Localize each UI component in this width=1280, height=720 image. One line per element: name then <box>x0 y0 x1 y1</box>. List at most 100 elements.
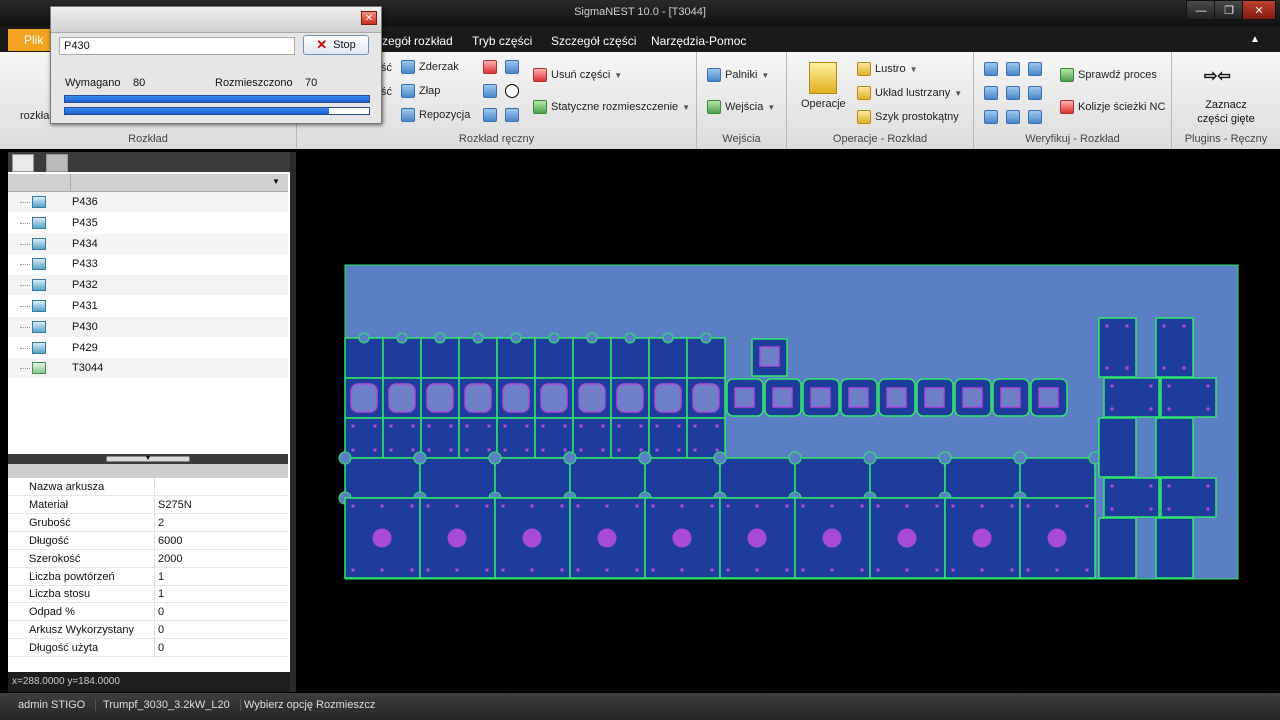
tree-item[interactable]: P432 <box>8 275 288 296</box>
tree-item[interactable]: P430 <box>8 316 288 337</box>
rotate-button[interactable]: ść <box>381 86 392 98</box>
dialog-close-button[interactable]: ✕ <box>361 11 377 25</box>
verify-icon[interactable] <box>1028 62 1042 76</box>
tool-icon[interactable] <box>483 84 497 98</box>
minimize-button[interactable]: — <box>1186 0 1216 20</box>
move-button[interactable]: ść <box>381 62 392 74</box>
check-icon <box>1060 68 1074 82</box>
tree-item-label: P435 <box>72 216 98 229</box>
menu-item-part-detail[interactable]: Szczegół części <box>551 34 636 48</box>
nest-canvas[interactable] <box>296 152 1280 692</box>
tree-item[interactable]: P436 <box>8 192 288 212</box>
snap-button[interactable]: Złap <box>401 84 440 98</box>
verify-icon[interactable] <box>984 62 998 76</box>
property-row[interactable]: Szerokość 2000 <box>8 549 288 568</box>
property-row[interactable]: Grubość 2 <box>8 513 288 532</box>
stop-button[interactable]: ✕ Stop <box>303 35 369 55</box>
operations-button[interactable]: Operacje <box>801 98 846 110</box>
property-key: Grubość <box>29 516 71 529</box>
operations-icon[interactable] <box>809 62 837 94</box>
part-hole <box>1167 484 1171 488</box>
part-hole <box>1125 366 1129 370</box>
mirror-layout-button[interactable]: Układ lustrzany ▼ <box>857 86 962 100</box>
verify-icon[interactable] <box>1028 110 1042 124</box>
part-hole <box>715 424 719 428</box>
tree-item[interactable]: P434 <box>8 233 288 254</box>
verify-icon[interactable] <box>1028 86 1042 100</box>
chevron-down-icon[interactable]: ▼ <box>272 177 280 186</box>
part-hole <box>485 504 489 508</box>
property-row[interactable]: Długość 6000 <box>8 531 288 550</box>
burn-icon[interactable] <box>483 60 497 74</box>
menu-item-nest-detail[interactable]: zczegół rozkład <box>370 34 453 48</box>
tree-item[interactable]: T3044 <box>8 358 288 379</box>
tab-layers[interactable] <box>46 154 68 172</box>
part-cutout <box>810 387 831 408</box>
reposition-button[interactable]: Repozycja <box>401 108 470 122</box>
part-hole <box>597 528 617 548</box>
leadins-button[interactable]: Wejścia ▼ <box>707 100 775 114</box>
part-hole <box>576 504 580 508</box>
tab-parts-tree[interactable] <box>12 154 34 172</box>
verify-icon[interactable] <box>1006 62 1020 76</box>
property-row[interactable]: Nazwa arkusza <box>8 478 288 496</box>
array-icon <box>857 110 871 124</box>
nc-collision-button[interactable]: Kolizje ścieżki NC <box>1060 100 1165 114</box>
select-bent-parts-button[interactable]: Zaznacz części gięte <box>1172 98 1280 126</box>
part-cutout <box>962 387 983 408</box>
tree-item[interactable]: P429 <box>8 338 288 358</box>
part-hole <box>1125 324 1129 328</box>
property-row[interactable]: Liczba powtórzeń 1 <box>8 567 288 586</box>
verify-icon[interactable] <box>1006 110 1020 124</box>
rectangular-array-button[interactable]: Szyk prostokątny <box>857 110 959 124</box>
tree-item-label: P432 <box>72 279 98 292</box>
nested-part <box>719 457 796 499</box>
verify-icon[interactable] <box>1006 86 1020 100</box>
property-row[interactable]: Liczba stosu 1 <box>8 585 288 604</box>
tree-item[interactable]: P433 <box>8 254 288 274</box>
ribbon-collapse-icon[interactable]: ▲ <box>1250 34 1260 45</box>
undo-icon[interactable] <box>505 108 519 122</box>
part-hole <box>487 424 491 428</box>
tree-item-label: P430 <box>72 320 98 333</box>
property-row[interactable]: Odpad % 0 <box>8 603 288 622</box>
panel-tabs <box>8 152 290 172</box>
center-icon[interactable] <box>505 84 519 98</box>
part-icon[interactable] <box>483 108 497 122</box>
verify-icon[interactable] <box>984 110 998 124</box>
close-button[interactable]: ✕ <box>1242 0 1276 20</box>
property-row[interactable]: Materiał S275N <box>8 495 288 514</box>
splitter-grip[interactable]: ▼ <box>106 455 190 462</box>
part-hole <box>876 568 880 572</box>
text-icon[interactable] <box>505 60 519 74</box>
arrows-icon[interactable]: ⇨⇦ <box>1204 66 1231 86</box>
group-wejscia: Palniki ▼ Wejścia ▼ Wejścia <box>697 52 787 149</box>
tree-item[interactable]: P435 <box>8 213 288 233</box>
part-hole <box>1167 407 1171 411</box>
maximize-button[interactable]: ❐ <box>1214 0 1244 20</box>
part-notch <box>788 451 802 465</box>
remove-parts-button[interactable]: Usuń części ▼ <box>533 68 622 82</box>
property-row[interactable]: Długość użyta 0 <box>8 639 288 658</box>
group-weryfikuj: Sprawdź proces Kolizje ścieżki NC Weryfi… <box>974 52 1172 149</box>
nested-part <box>458 417 498 459</box>
part-hole <box>651 504 655 508</box>
panel-splitter[interactable]: ▼ <box>8 454 288 464</box>
tree-item-label: P431 <box>72 300 98 312</box>
torches-button[interactable]: Palniki ▼ <box>707 68 769 82</box>
static-placement-button[interactable]: Statyczne rozmieszczenie ▼ <box>533 100 690 114</box>
part-hole <box>639 424 643 428</box>
property-row[interactable]: Arkusz Wykorzystany 0 <box>8 621 288 640</box>
menu-item-tools-help[interactable]: Narzędzia-Pomoc <box>651 34 746 48</box>
file-menu[interactable]: Plik <box>8 29 54 51</box>
tree-item-label: P436 <box>72 196 98 208</box>
mirror-button[interactable]: Lustro ▼ <box>857 62 918 76</box>
part-hole <box>1182 366 1186 370</box>
tree-item[interactable]: P431 <box>8 296 288 316</box>
check-process-button[interactable]: Sprawdź proces <box>1060 68 1157 82</box>
verify-icon[interactable] <box>984 86 998 100</box>
status-user: admin STIGO <box>18 699 97 711</box>
part-cutout <box>464 383 492 413</box>
bumper-button[interactable]: Zderzak <box>401 60 459 74</box>
menu-item-part-mode[interactable]: Tryb części <box>472 34 532 48</box>
